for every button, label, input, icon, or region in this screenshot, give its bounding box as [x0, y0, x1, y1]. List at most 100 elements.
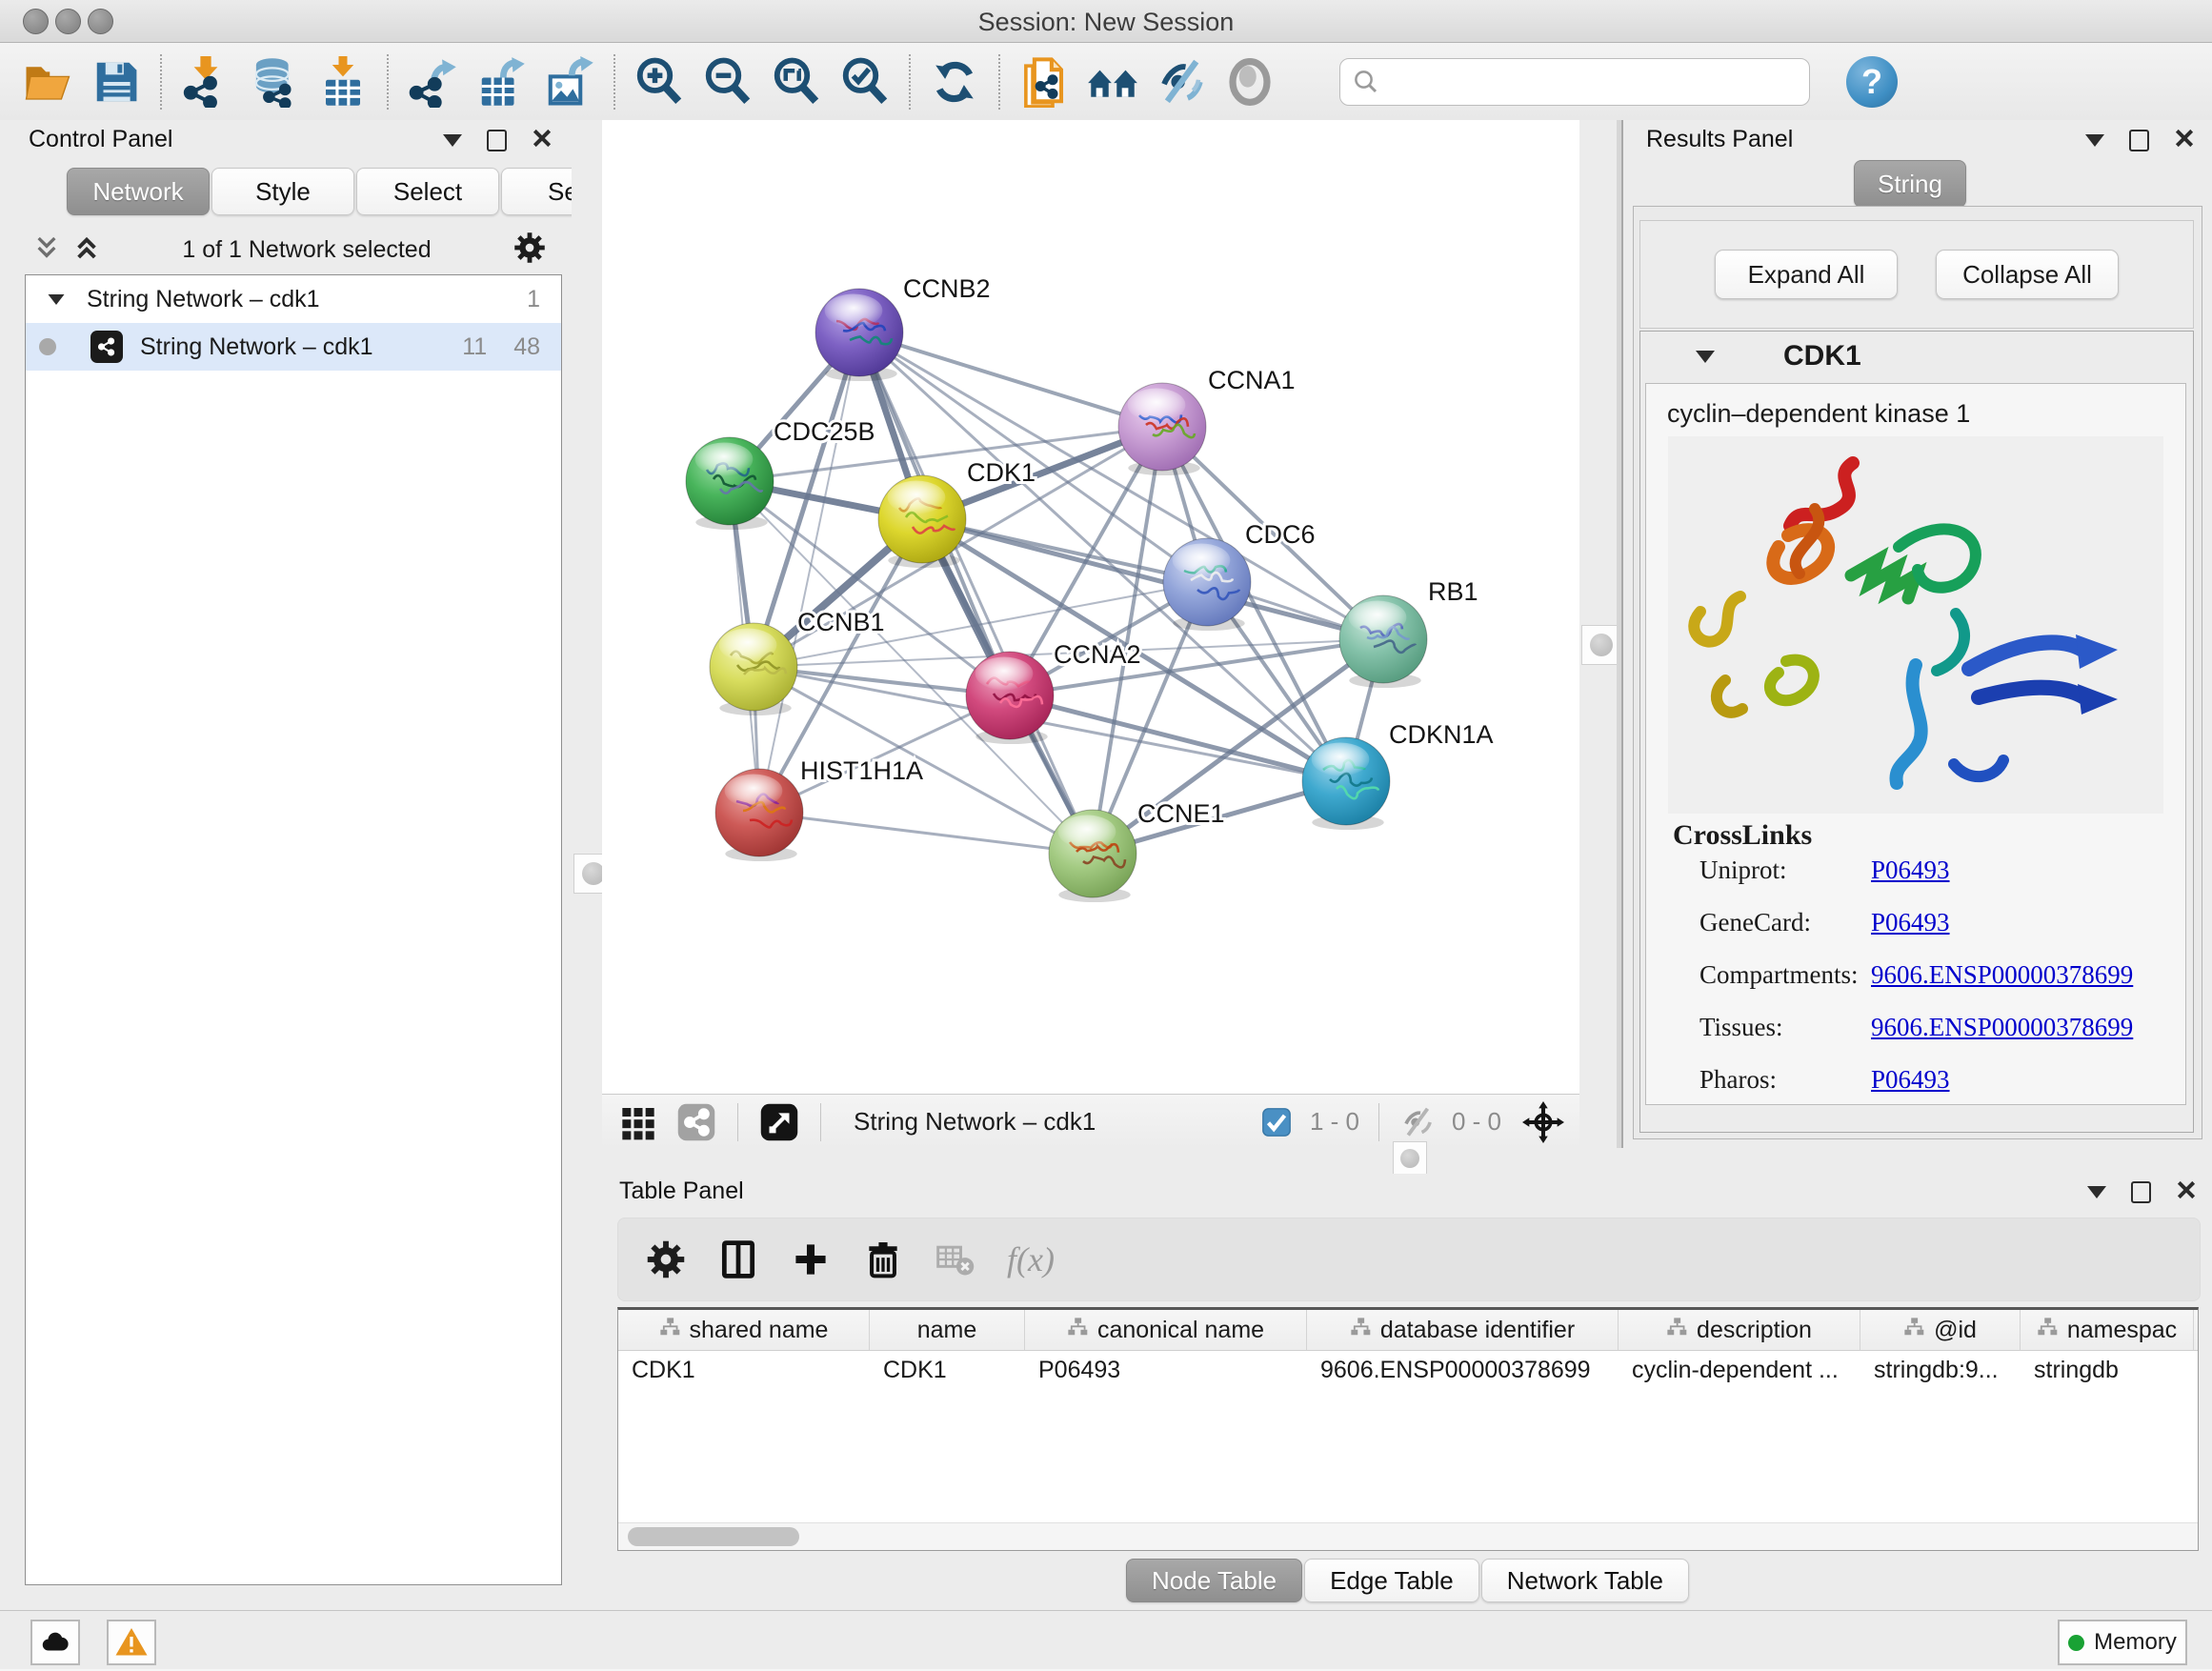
- network-node-CDC25B[interactable]: [686, 437, 774, 530]
- grid-mode-icon[interactable]: [619, 1103, 657, 1141]
- table-cell[interactable]: P06493: [1025, 1350, 1307, 1390]
- table-cell[interactable]: CDK1: [870, 1350, 1025, 1390]
- table-row[interactable]: CDK1CDK1P064939606.ENSP00000378699cyclin…: [618, 1350, 2198, 1390]
- export-image-icon[interactable]: [542, 54, 597, 110]
- column-header-name[interactable]: name: [870, 1310, 1025, 1350]
- birds-eye-view-icon[interactable]: [759, 1102, 799, 1142]
- network-node-CCNE1[interactable]: [1049, 810, 1136, 902]
- help-icon[interactable]: ?: [1846, 56, 1898, 108]
- panel-close-icon[interactable]: [2176, 1179, 2197, 1205]
- network-edge[interactable]: [759, 332, 859, 813]
- column-header-namespac[interactable]: namespac: [2021, 1310, 2194, 1350]
- table-options-gear-icon[interactable]: [645, 1238, 687, 1280]
- collapse-all-networks-icon[interactable]: [32, 233, 61, 267]
- import-network-from-file-icon[interactable]: [178, 54, 233, 110]
- open-session-icon[interactable]: [20, 54, 75, 110]
- memory-button[interactable]: Memory: [2058, 1620, 2187, 1665]
- show-columns-icon[interactable]: [717, 1238, 759, 1280]
- cloud-status-button[interactable]: [30, 1620, 80, 1665]
- network-node-RB1[interactable]: [1339, 595, 1427, 688]
- zoom-in-icon[interactable]: [632, 54, 687, 110]
- export-table-icon[interactable]: [473, 54, 529, 110]
- panel-float-icon[interactable]: [2129, 130, 2149, 151]
- panel-close-icon[interactable]: [532, 128, 553, 153]
- network-canvas[interactable]: CCNB2CCNA1CDC25BCDK1CDC6RB1CCNB1CCNA2CDK…: [602, 120, 1579, 1094]
- network-row-selected[interactable]: String Network – cdk1 11 48: [26, 323, 561, 371]
- table-cell[interactable]: CDK1: [618, 1350, 870, 1390]
- table-cell[interactable]: cyclin-dependent ...: [1619, 1350, 1860, 1390]
- collapse-all-button[interactable]: Collapse All: [1936, 250, 2119, 299]
- warnings-button[interactable]: [107, 1620, 156, 1665]
- scrollbar-thumb[interactable]: [628, 1527, 799, 1546]
- hide-glass-eye-slash-icon[interactable]: [1154, 54, 1209, 110]
- save-session-icon[interactable]: [89, 54, 144, 110]
- table-cell[interactable]: stringdb: [2021, 1350, 2194, 1390]
- network-node-CDKN1A[interactable]: [1302, 737, 1390, 830]
- tab-select[interactable]: Select: [356, 168, 499, 215]
- crosslink-link[interactable]: 9606.ENSP00000378699: [1871, 960, 2133, 990]
- network-node-CCNB1[interactable]: [710, 623, 797, 715]
- panel-float-icon[interactable]: [487, 130, 507, 151]
- crosslink-label: GeneCard:: [1699, 908, 1871, 937]
- crosslink-link[interactable]: P06493: [1871, 1065, 1950, 1095]
- network-edge[interactable]: [759, 813, 1093, 854]
- column-header--id[interactable]: @id: [1860, 1310, 2021, 1350]
- tab-network-table[interactable]: Network Table: [1481, 1559, 1689, 1602]
- export-network-icon[interactable]: [405, 54, 460, 110]
- hidden-eye-slash-icon[interactable]: [1400, 1105, 1435, 1139]
- splitter-grip[interactable]: [1581, 625, 1621, 665]
- add-column-icon[interactable]: [790, 1238, 832, 1280]
- horizontal-scrollbar[interactable]: [618, 1522, 2198, 1550]
- import-table-from-file-icon[interactable]: [315, 54, 371, 110]
- zoom-fit-content-icon[interactable]: [769, 54, 824, 110]
- network-options-gear-icon[interactable]: [513, 231, 547, 270]
- title-bar: Session: New Session: [0, 0, 2212, 43]
- string-view-icon[interactable]: [676, 1102, 716, 1142]
- expand-all-button[interactable]: Expand All: [1715, 250, 1898, 299]
- import-network-from-database-icon[interactable]: [247, 54, 302, 110]
- panel-menu-icon[interactable]: [443, 134, 462, 147]
- share-document-icon[interactable]: [1016, 54, 1072, 110]
- network-node-HIST1H1A[interactable]: [715, 769, 803, 861]
- zoom-selected-region-icon[interactable]: [837, 54, 893, 110]
- column-header-canonical-name[interactable]: canonical name: [1025, 1310, 1307, 1350]
- table-cell[interactable]: 9606.ENSP00000378699: [1307, 1350, 1619, 1390]
- expand-all-networks-icon[interactable]: [72, 233, 101, 267]
- table-cell[interactable]: stringdb:9...: [1860, 1350, 2021, 1390]
- tab-style[interactable]: Style: [211, 168, 354, 215]
- tab-string[interactable]: String: [1854, 160, 1966, 208]
- results-panel: Results Panel String Expand All Collapse…: [1621, 120, 2212, 1148]
- crosslink-link[interactable]: 9606.ENSP00000378699: [1871, 1013, 2133, 1042]
- network-collection-row[interactable]: String Network – cdk1 1: [26, 275, 561, 323]
- network-node-CCNA2[interactable]: [966, 652, 1054, 744]
- column-header-description[interactable]: description: [1619, 1310, 1860, 1350]
- network-edge[interactable]: [859, 332, 1162, 427]
- protein-card-collapse-icon[interactable]: [1696, 351, 1715, 363]
- collection-expand-icon[interactable]: [49, 293, 65, 304]
- network-node-CDC6[interactable]: [1163, 538, 1251, 631]
- panel-float-icon[interactable]: [2131, 1181, 2151, 1203]
- memory-status-dot: [2068, 1635, 2084, 1651]
- apply-preferred-layout-icon[interactable]: [927, 54, 982, 110]
- column-header-shared-name[interactable]: shared name: [618, 1310, 870, 1350]
- column-header-database-identifier[interactable]: database identifier: [1307, 1310, 1619, 1350]
- search-input[interactable]: [1388, 67, 1809, 96]
- string-home-icon[interactable]: [1085, 54, 1140, 110]
- crosslink-link[interactable]: P06493: [1871, 856, 1950, 885]
- splitter-grip[interactable]: [1393, 1141, 1427, 1176]
- panel-close-icon[interactable]: [2174, 128, 2195, 153]
- table-panel-splitter[interactable]: [602, 1148, 2212, 1174]
- pan-crosshair-icon[interactable]: [1522, 1101, 1564, 1143]
- crosslink-link[interactable]: P06493: [1871, 908, 1950, 937]
- panel-menu-icon[interactable]: [2085, 134, 2104, 147]
- tab-network[interactable]: Network: [67, 168, 210, 215]
- zoom-out-icon[interactable]: [700, 54, 755, 110]
- selected-checkbox-icon[interactable]: [1260, 1106, 1293, 1138]
- tab-node-table[interactable]: Node Table: [1126, 1559, 1302, 1602]
- delete-column-trash-icon[interactable]: [862, 1238, 904, 1280]
- tab-edge-table[interactable]: Edge Table: [1304, 1559, 1479, 1602]
- show-glass-eye-icon[interactable]: [1222, 54, 1277, 110]
- crosslink-row: GeneCard:P06493: [1699, 908, 2185, 937]
- panel-menu-icon[interactable]: [2087, 1186, 2106, 1198]
- network-node-CCNA1[interactable]: [1118, 383, 1206, 475]
